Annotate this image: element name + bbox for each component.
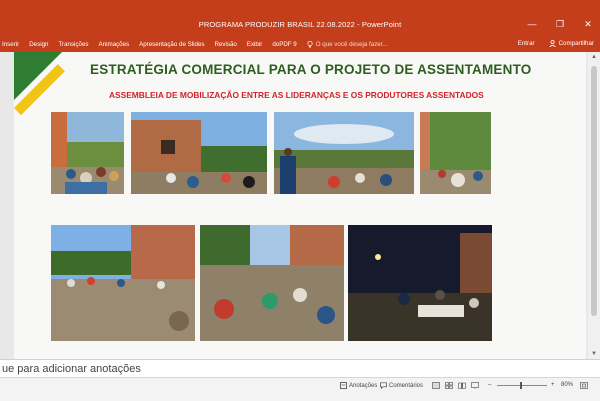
fit-to-window-icon [580,382,588,389]
vertical-scrollbar[interactable]: ▲ ▼ [588,52,600,359]
notes-placeholder[interactable]: ue para adicionar anotações [2,363,141,375]
tab-exibir[interactable]: Exibir [247,41,262,48]
title-bar: PROGRAMA PRODUZIR BRASIL 22.08.2022 - Po… [0,0,600,38]
ribbon-tabs: Inserir Design Transições Animações Apre… [0,38,600,52]
status-bar: Anotações Comentários – + 80% [0,377,600,401]
meeting-photo-7[interactable] [348,225,492,341]
tell-me-box[interactable]: O que você deseja fazer... [307,41,388,48]
sign-in-link[interactable]: Entrar [518,40,535,47]
notes-toggle[interactable]: Anotações [340,382,377,389]
slide-title[interactable]: ESTRATÉGIA COMERCIAL PARA O PROJETO DE A… [90,62,532,77]
tell-me-text: O que você deseja fazer... [315,41,388,48]
comment-icon [380,382,387,389]
zoom-slider-thumb[interactable] [520,382,522,389]
share-label: Compartilhar [558,40,594,47]
slide-canvas[interactable]: ESTRATÉGIA COMERCIAL PARA O PROJETO DE A… [14,52,586,359]
notes-icon [340,382,347,389]
meeting-photo-1[interactable] [51,112,124,194]
meeting-photo-3[interactable] [274,112,414,194]
zoom-out-button[interactable]: – [488,382,491,388]
slide-sorter-icon[interactable] [445,382,453,389]
close-icon[interactable]: ✕ [582,19,594,30]
ribbon-tab-list: Inserir Design Transições Animações Apre… [2,41,388,48]
zoom-level[interactable]: 80% [561,382,573,388]
scroll-up-icon[interactable]: ▲ [588,54,600,60]
tab-transicoes[interactable]: Transições [58,41,88,48]
scroll-down-icon[interactable]: ▼ [588,351,600,357]
fit-slide-button[interactable] [580,382,588,389]
share-button[interactable]: Compartilhar [548,40,594,47]
reading-view-icon[interactable] [458,382,466,389]
window-controls: — ❐ ✕ [526,19,594,30]
tab-apresentacao[interactable]: Apresentação de Slides [139,41,204,48]
zoom-slider-track[interactable] [497,385,547,386]
lightbulb-icon [307,41,313,48]
comments-label: Comentários [389,382,424,389]
zoom-in-button[interactable]: + [551,382,555,388]
meeting-photo-4[interactable] [420,112,491,194]
person-icon [548,40,556,47]
tab-animacoes[interactable]: Animações [99,41,130,48]
normal-view-icon[interactable] [432,382,440,389]
comments-toggle[interactable]: Comentários [380,382,423,389]
minimize-icon[interactable]: — [526,19,538,30]
ribbon-right: Entrar Compartilhar [518,40,594,47]
notes-pane[interactable]: ue para adicionar anotações [0,359,600,378]
tab-dopdf[interactable]: doPDF 9 [272,41,296,48]
view-buttons [432,382,479,389]
meeting-photo-6[interactable] [200,225,344,341]
slide-subtitle[interactable]: ASSEMBLEIA DE MOBILIZAÇÃO ENTRE AS LIDER… [109,90,484,100]
tab-inserir[interactable]: Inserir [2,41,19,48]
slideshow-icon[interactable] [471,382,479,389]
meeting-photo-2[interactable] [131,112,267,194]
tab-revisao[interactable]: Revisão [214,41,236,48]
notes-label: Anotações [349,382,378,389]
window-title: PROGRAMA PRODUZIR BRASIL 22.08.2022 - Po… [198,20,402,29]
scroll-thumb[interactable] [591,66,597,316]
tab-design[interactable]: Design [29,41,48,48]
restore-icon[interactable]: ❐ [554,19,566,30]
meeting-photo-5[interactable] [51,225,195,341]
